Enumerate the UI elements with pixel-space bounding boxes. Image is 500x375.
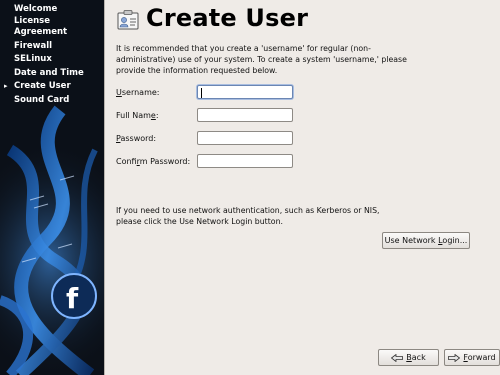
text-caret bbox=[201, 88, 202, 98]
sidebar-item-create-user: ▸ Create User bbox=[4, 81, 71, 91]
forward-arrow-icon bbox=[448, 353, 461, 362]
forward-button[interactable]: Forward bbox=[444, 349, 500, 366]
sidebar-nav: Welcome License Agreement Firewall SELin… bbox=[0, 4, 104, 108]
password-input[interactable] bbox=[197, 131, 293, 145]
back-label: Back bbox=[406, 353, 426, 362]
sidebar-item-firewall: Firewall bbox=[14, 40, 53, 51]
forward-label: Forward bbox=[463, 353, 496, 362]
use-network-login-button[interactable]: Use Network Login... bbox=[382, 232, 470, 249]
intro-text: It is recommended that you create a 'use… bbox=[116, 44, 407, 75]
use-network-login-label: Use Network Login... bbox=[384, 236, 468, 245]
network-auth-text: If you need to use network authenticatio… bbox=[116, 206, 380, 226]
confirm-password-label: Confirm Password: bbox=[116, 157, 191, 166]
sidebar-item-sound-card: Sound Card bbox=[14, 94, 70, 105]
sidebar-item-date-and-time: Date and Time bbox=[14, 67, 84, 78]
password-label: Password: bbox=[116, 134, 157, 143]
sidebar-item-selinux: SELinux bbox=[14, 54, 52, 64]
username-input[interactable] bbox=[197, 85, 293, 99]
page-title: Create User bbox=[146, 4, 309, 32]
sidebar-item-welcome: Welcome bbox=[14, 4, 58, 14]
user-card-icon bbox=[117, 10, 139, 30]
full-name-label: Full Name: bbox=[116, 111, 159, 120]
current-step-arrow-icon: ▸ bbox=[4, 82, 8, 90]
username-label: Username: bbox=[116, 88, 160, 97]
svg-text:f: f bbox=[66, 282, 79, 315]
full-name-input[interactable] bbox=[197, 108, 293, 122]
back-button[interactable]: Back bbox=[378, 349, 439, 366]
back-arrow-icon bbox=[391, 353, 404, 362]
sidebar-item-license-agreement: License Agreement bbox=[14, 15, 68, 38]
sidebar: f Welcome License Agreement Firewall SEL… bbox=[0, 0, 104, 375]
main-panel: Create User It is recommended that you c… bbox=[104, 0, 500, 375]
confirm-password-input[interactable] bbox=[197, 154, 293, 168]
